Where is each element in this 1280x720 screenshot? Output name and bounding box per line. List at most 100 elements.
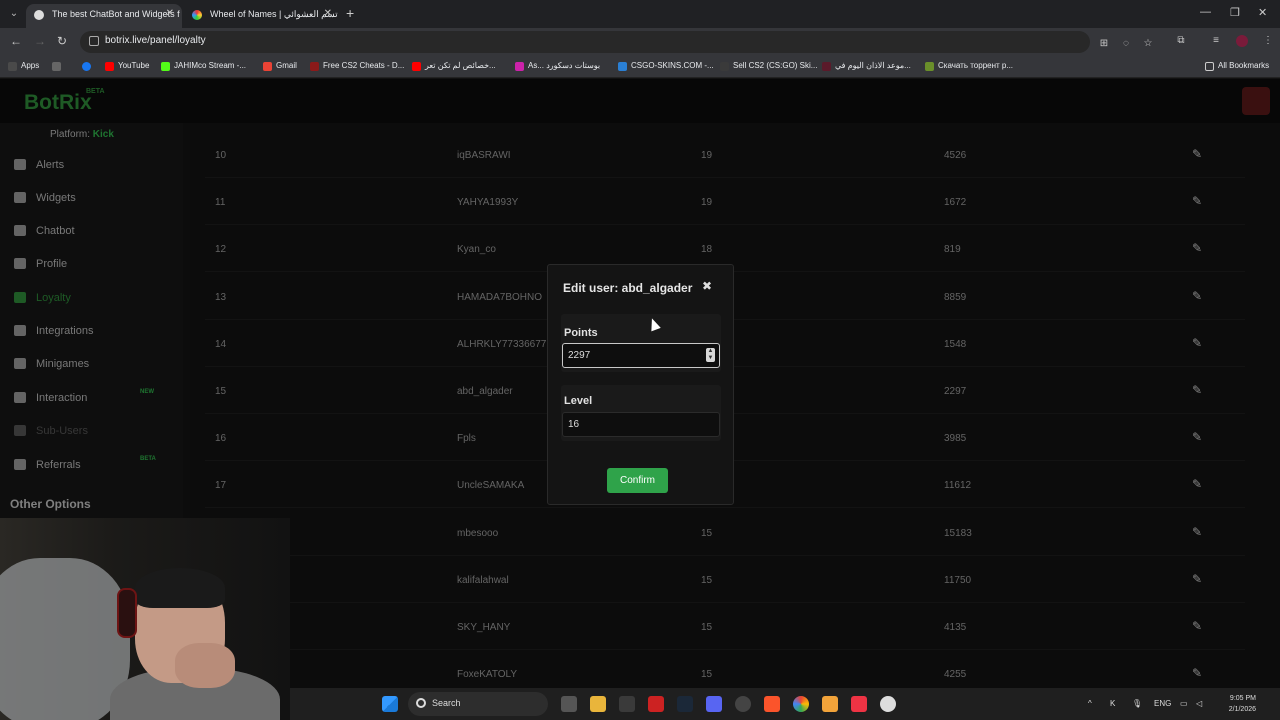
site-icon — [515, 62, 524, 71]
level-input[interactable] — [562, 412, 720, 437]
steam-icon[interactable] — [677, 696, 693, 712]
tab-label: Wheel of Names | تسم العشوائي — [210, 9, 338, 19]
bookmark-label: Gmail — [276, 61, 297, 70]
search-icon — [416, 698, 426, 708]
bookmark-label: All Bookmarks — [1218, 61, 1270, 70]
app-g-icon[interactable] — [619, 696, 635, 712]
app-a-icon[interactable] — [648, 696, 664, 712]
menu-kebab-icon[interactable]: ⋮ — [1262, 35, 1274, 47]
new-tab-icon[interactable]: + — [346, 5, 354, 21]
profile-avatar-icon[interactable] — [1236, 35, 1248, 47]
bookmark-cs2-cheats[interactable]: Free CS2 Cheats - D... — [310, 61, 405, 71]
bookmark-torrent[interactable]: Скачать торрент p... — [925, 61, 1014, 71]
bookmark-label: Free CS2 Cheats - D... — [323, 61, 405, 70]
file-explorer-icon[interactable] — [590, 696, 606, 712]
webcam-person-hair — [135, 568, 225, 608]
bookmark-label: Скачать торрент p... — [938, 61, 1014, 70]
back-icon[interactable]: ← — [10, 34, 22, 48]
tab-wheel-of-names[interactable]: Wheel of Names | تسم العشوائي ✕ — [184, 4, 340, 28]
app-circle-icon[interactable] — [735, 696, 751, 712]
translate-icon[interactable]: ⊞ — [1098, 38, 1110, 50]
reload-icon[interactable]: ↻ — [57, 34, 67, 48]
bookmarks-bar: Apps YouTube JAHIMco Stream -... Gmail F… — [0, 56, 1280, 78]
webcam-overlay — [0, 518, 290, 720]
bookmark-label: Apps — [21, 61, 40, 70]
address-bar[interactable]: botrix.live/panel/loyalty ⊞ ◌ ☆ — [80, 31, 1152, 53]
points-label: Points — [564, 327, 598, 339]
microphone-icon[interactable]: 🎙 — [1132, 699, 1142, 708]
tab-label: The best ChatBot and Widgets f — [52, 9, 180, 19]
tab-search-icon[interactable]: ⌄ — [6, 6, 22, 22]
bookmark-all[interactable]: All Bookmarks — [1205, 61, 1270, 71]
site-icon — [720, 62, 729, 71]
points-input[interactable] — [562, 343, 720, 368]
folder-icon — [1205, 62, 1214, 71]
bookmark-sell-cs2[interactable]: Sell CS2 (CS:GO) Ski... — [720, 61, 817, 71]
bookmark-youtube[interactable]: YouTube — [105, 61, 150, 71]
forward-icon[interactable]: → — [34, 34, 46, 48]
webcam-person-hand — [175, 643, 235, 688]
app-triangle-icon[interactable] — [822, 696, 838, 712]
chrome-icon[interactable] — [793, 696, 809, 712]
bookmark-jahimco[interactable]: JAHIMco Stream -... — [161, 61, 246, 71]
kick-tray-icon[interactable]: K — [1110, 699, 1115, 708]
clock[interactable]: 9:05 PM 2/1/2026 — [1216, 693, 1256, 715]
wheel-favicon-icon — [192, 10, 202, 20]
brave-icon[interactable] — [764, 696, 780, 712]
site-icon — [822, 62, 831, 71]
language-indicator[interactable]: ENG — [1154, 699, 1171, 708]
clock-date: 2/1/2026 — [1228, 706, 1256, 713]
extensions-icon[interactable]: ⧉ — [1175, 35, 1187, 47]
bookmark-label: As... بوستات دسكورد — [528, 61, 601, 70]
clock-time: 9:05 PM — [1229, 695, 1256, 702]
windows-start-icon[interactable] — [382, 696, 398, 712]
network-icon[interactable]: ▭ — [1180, 699, 1188, 708]
eye-off-icon[interactable]: ◌ — [1120, 38, 1132, 50]
close-tab-icon[interactable]: ✕ — [166, 4, 174, 24]
youtube-icon — [105, 62, 114, 71]
bookmark-label: YouTube — [118, 61, 150, 70]
bookmark-arabic-2[interactable]: As... بوستات دسكورد — [515, 61, 601, 71]
browser-toolbar: ← → ↻ botrix.live/panel/loyalty ⊞ ◌ ☆ ⧉ … — [0, 28, 1280, 56]
grid-icon — [52, 62, 61, 71]
modal-title: Edit user: abd_algader — [563, 281, 693, 295]
app-tv-icon[interactable] — [851, 696, 867, 712]
chevron-up-icon[interactable]: ^ — [1088, 699, 1092, 708]
bookmark-label: موعد الاذان اليوم في... — [835, 61, 911, 70]
facebook-icon — [82, 62, 91, 71]
site-icon — [618, 62, 627, 71]
obs-icon[interactable] — [880, 696, 896, 712]
close-window-icon[interactable]: ✕ — [1258, 6, 1267, 19]
apps-grid-icon — [8, 62, 17, 71]
bookmark-csgo-skins[interactable]: CSGO-SKINS.COM -... — [618, 61, 714, 71]
youtube-icon — [412, 62, 421, 71]
bookmark-label: خصائص لم تكن تعر... — [425, 61, 496, 70]
bookmark-label: CSGO-SKINS.COM -... — [631, 61, 714, 70]
tab-botrix[interactable]: The best ChatBot and Widgets f ✕ — [26, 4, 182, 28]
site-info-icon[interactable] — [89, 36, 99, 46]
edit-user-modal: Edit user: abd_algader ✖ Points ▲▼ Level… — [547, 264, 734, 505]
number-spinner-icon[interactable]: ▲ ▼ — [706, 348, 715, 362]
media-icon[interactable]: ≡ — [1210, 35, 1222, 47]
taskbar-search[interactable]: Search — [408, 692, 548, 716]
discord-icon[interactable] — [706, 696, 722, 712]
task-view-icon[interactable] — [561, 696, 577, 712]
minimize-icon[interactable]: — — [1200, 6, 1211, 18]
site-icon — [310, 62, 319, 71]
url-text[interactable]: botrix.live/panel/loyalty — [105, 35, 206, 46]
level-field-group: Level — [561, 385, 721, 441]
bookmark-arabic-1[interactable]: خصائص لم تكن تعر... — [412, 61, 496, 71]
close-icon[interactable]: ✖ — [702, 279, 712, 293]
bookmark-star-icon[interactable]: ☆ — [1142, 38, 1154, 50]
botrix-favicon-icon — [34, 10, 44, 20]
bookmark-apps[interactable]: Apps — [8, 61, 40, 71]
search-label: Search — [432, 698, 461, 708]
headset-icon — [117, 588, 137, 638]
restore-icon[interactable]: ❐ — [1230, 6, 1240, 19]
close-tab-icon[interactable]: ✕ — [324, 4, 332, 24]
confirm-button[interactable]: Confirm — [607, 468, 668, 493]
volume-icon[interactable]: ◁ — [1196, 699, 1202, 708]
kick-icon — [161, 62, 170, 71]
bookmark-gmail[interactable]: Gmail — [263, 61, 297, 71]
bookmark-prayer-times[interactable]: موعد الاذان اليوم في... — [822, 61, 911, 71]
